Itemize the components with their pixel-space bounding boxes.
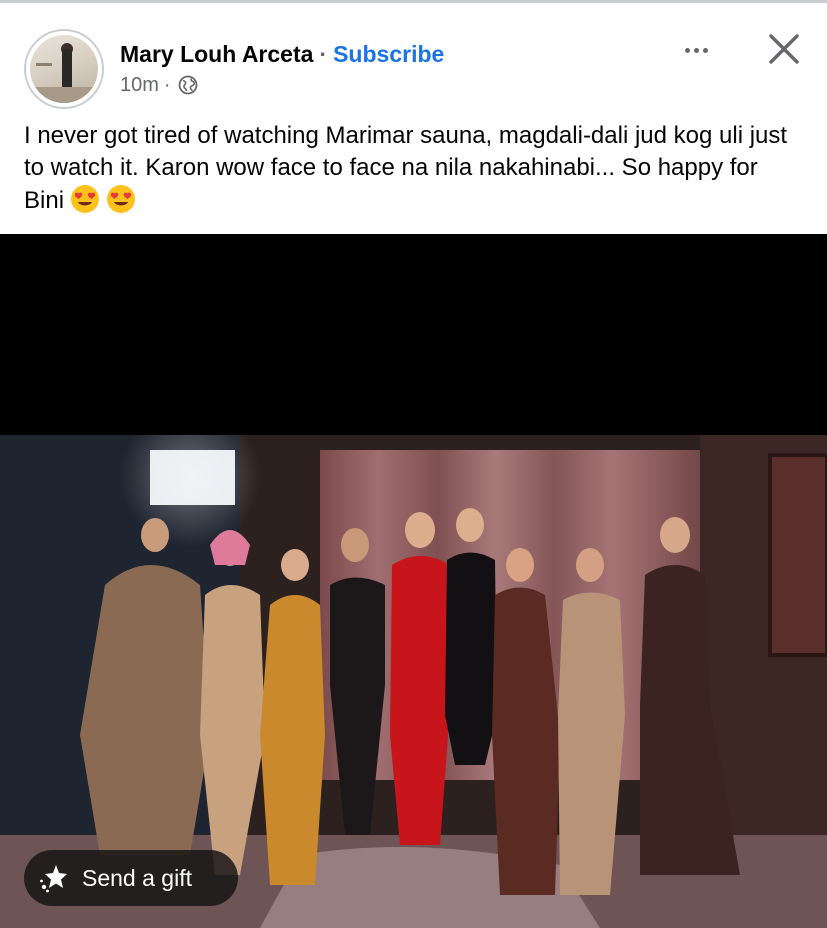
send-gift-button[interactable]: Send a gift: [24, 850, 238, 906]
heart-eyes-emoji: [71, 185, 100, 213]
post-header: Mary Louh Arceta · Subscribe 10m ·: [0, 3, 827, 111]
close-button[interactable]: [760, 27, 808, 71]
author-row: Mary Louh Arceta · Subscribe: [120, 39, 444, 69]
subscribe-link[interactable]: Subscribe: [333, 41, 444, 68]
name-separator: ·: [319, 40, 328, 67]
globe-icon[interactable]: [178, 75, 198, 95]
post-text: I never got tired of watching Marimar sa…: [24, 122, 788, 214]
meta-separator: ·: [163, 73, 171, 96]
heart-eyes-emoji: [107, 185, 136, 213]
send-gift-label: Send a gift: [82, 864, 192, 891]
post-meta: 10m ·: [120, 73, 198, 97]
post-body: I never got tired of watching Marimar sa…: [24, 120, 804, 217]
gift-sparkle-icon: [40, 865, 67, 893]
avatar-image: [30, 35, 98, 103]
avatar[interactable]: [24, 29, 104, 109]
post-media[interactable]: [0, 234, 827, 928]
timestamp[interactable]: 10m: [120, 74, 159, 97]
author-name[interactable]: Mary Louh Arceta: [120, 41, 313, 68]
more-options-button[interactable]: [670, 35, 722, 65]
close-icon: [769, 34, 799, 64]
more-horizontal-icon: [684, 47, 690, 53]
